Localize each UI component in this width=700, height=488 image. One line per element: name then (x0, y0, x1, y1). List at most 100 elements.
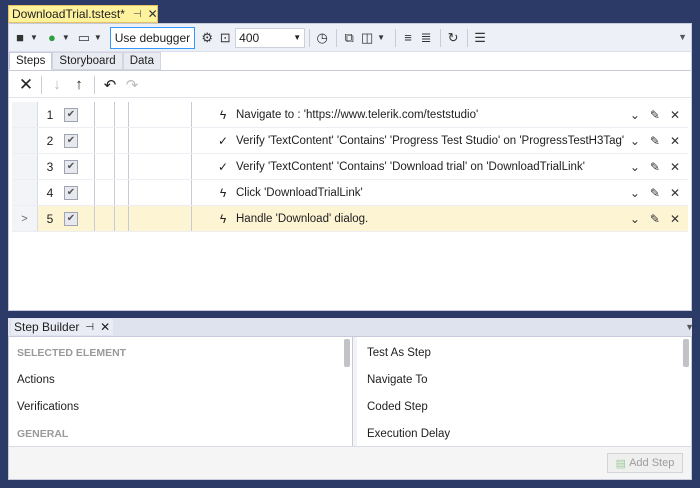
zoom-value: 400 (239, 30, 260, 45)
row-marker (12, 128, 38, 153)
browser-icon[interactable]: ▭ (76, 30, 92, 46)
step-row[interactable]: 2 ✔ ✓ Verify 'TextContent' 'Contains' 'P… (12, 128, 688, 154)
step-enabled-checkbox[interactable]: ✔ (64, 211, 78, 226)
redo-icon[interactable]: ↷ (121, 76, 143, 94)
align-justify-icon[interactable]: ≣ (418, 30, 434, 46)
tab-data[interactable]: Data (122, 52, 161, 70)
edit-pencil-icon[interactable]: ✎ (650, 212, 660, 226)
move-up-icon[interactable]: ↑ (68, 76, 90, 93)
tab-steps[interactable]: Steps (9, 52, 53, 70)
move-down-icon[interactable]: ↓ (46, 76, 68, 93)
step-row-selected[interactable]: > 5 ✔ ϟ Handle 'Download' dialog. ⌄ ✎ ✕ (12, 206, 688, 232)
document-tab[interactable]: DownloadTrial.tstest* ⊣ ✕ (8, 5, 158, 23)
tab-storyboard[interactable]: Storyboard (52, 52, 123, 70)
step-enabled-checkbox[interactable]: ✔ (64, 107, 78, 122)
step-builder-tab[interactable]: Step Builder ⊣ ✕ (11, 319, 114, 335)
step-columns (86, 154, 194, 179)
option-coded-step[interactable]: Coded Step (367, 401, 428, 413)
step-number: 2 (46, 133, 54, 148)
run-dropdown-icon[interactable]: ▼ (62, 33, 70, 42)
pin-icon[interactable]: ⊣ (133, 9, 142, 20)
edit-pencil-icon[interactable]: ✎ (650, 108, 660, 122)
chevron-down-icon[interactable]: ⌄ (630, 186, 640, 200)
step-builder-menu-caret-icon[interactable]: ▼ (685, 322, 694, 332)
row-marker (12, 102, 38, 127)
close-icon[interactable]: ✕ (148, 7, 158, 21)
add-step-icon: ▤ (615, 457, 627, 470)
category-heading: GENERAL (17, 428, 69, 440)
browser-dropdown-icon[interactable]: ▼ (94, 33, 102, 42)
clock-icon[interactable]: ◷ (314, 30, 330, 46)
toolbar-divider (440, 28, 442, 47)
chevron-down-icon[interactable]: ⌄ (630, 160, 640, 174)
close-icon[interactable]: ✕ (100, 320, 110, 334)
align-left-icon[interactable]: ≡ (400, 30, 416, 46)
steps-list: 1 ✔ ϟ Navigate to : 'https://www.telerik… (12, 102, 688, 232)
step-builder-footer: ▤ Add Step (9, 446, 691, 479)
step-description: Verify 'TextContent' 'Contains' 'Progres… (236, 134, 625, 147)
document-tab-title: DownloadTrial.tstest* (12, 7, 125, 21)
right-scrollbar[interactable] (683, 339, 689, 367)
toolbar-divider (94, 75, 95, 94)
step-enabled-checkbox[interactable]: ✔ (64, 185, 78, 200)
add-step-label: Add Step (629, 457, 675, 469)
record-camera-icon[interactable]: ■ (12, 30, 28, 46)
panel-menu-caret-icon[interactable]: ▼ (678, 32, 687, 42)
row-marker: > (12, 206, 38, 231)
delete-icon[interactable]: ✕ (670, 108, 680, 122)
step-enabled-checkbox[interactable]: ✔ (64, 159, 78, 174)
chevron-down-icon[interactable]: ⌄ (630, 212, 640, 226)
delete-icon[interactable]: ✕ (670, 160, 680, 174)
step-builder-options: Test As Step Navigate To Coded Step Exec… (357, 337, 691, 446)
delete-icon[interactable]: ✕ (670, 134, 680, 148)
main-toolbar: ■ ▼ ● ▼ ▭ ▼ Use debugger ⚙ ⊡ 400 ▼ ◷ ⧉ ◫… (9, 24, 691, 52)
check-icon: ✓ (217, 159, 229, 174)
edit-pencil-icon[interactable]: ✎ (650, 160, 660, 174)
database-icon[interactable]: ◫ (359, 30, 375, 46)
record-dropdown-icon[interactable]: ▼ (30, 33, 38, 42)
step-columns (86, 128, 194, 153)
step-row[interactable]: 1 ✔ ϟ Navigate to : 'https://www.telerik… (12, 102, 688, 128)
list-icon[interactable]: ☰ (472, 30, 488, 46)
step-columns (86, 180, 194, 205)
step-description: Verify 'TextContent' 'Contains' 'Downloa… (236, 160, 585, 173)
check-icon: ✓ (217, 133, 229, 148)
undo-icon[interactable]: ↶ (99, 76, 121, 94)
category-actions[interactable]: Actions (17, 374, 55, 386)
edit-pencil-icon[interactable]: ✎ (650, 186, 660, 200)
toolbar-divider (336, 28, 338, 47)
layers-icon[interactable]: ⧉ (341, 30, 357, 46)
refresh-icon[interactable]: ↻ (445, 30, 461, 46)
delete-step-icon[interactable]: ✕ (15, 75, 37, 95)
edit-pencil-icon[interactable]: ✎ (650, 134, 660, 148)
chevron-down-icon[interactable]: ⌄ (630, 134, 640, 148)
use-debugger-button[interactable]: Use debugger (109, 26, 196, 49)
lightning-icon: ϟ (219, 107, 227, 122)
step-enabled-checkbox[interactable]: ✔ (64, 133, 78, 148)
row-marker (12, 180, 38, 205)
test-editor-panel: ■ ▼ ● ▼ ▭ ▼ Use debugger ⚙ ⊡ 400 ▼ ◷ ⧉ ◫… (8, 23, 692, 311)
option-execution-delay[interactable]: Execution Delay (367, 428, 450, 440)
step-row[interactable]: 3 ✔ ✓ Verify 'TextContent' 'Contains' 'D… (12, 154, 688, 180)
database-dropdown-icon[interactable]: ▼ (377, 33, 385, 42)
settings-gear-icon[interactable]: ⚙ (199, 30, 215, 46)
lightning-icon: ϟ (219, 211, 227, 226)
chevron-down-icon: ▼ (293, 33, 302, 42)
zoom-select[interactable]: 400 ▼ (235, 27, 306, 48)
category-verifications[interactable]: Verifications (17, 401, 79, 413)
step-number: 3 (46, 159, 54, 174)
pin-icon[interactable]: ⊣ (85, 322, 94, 333)
delete-icon[interactable]: ✕ (670, 186, 680, 200)
chevron-down-icon[interactable]: ⌄ (630, 108, 640, 122)
left-scrollbar[interactable] (344, 339, 350, 367)
element-lock-icon[interactable]: ⊡ (217, 30, 233, 46)
option-test-as-step[interactable]: Test As Step (367, 347, 431, 359)
add-step-button[interactable]: ▤ Add Step (607, 453, 683, 473)
step-number: 4 (46, 185, 54, 200)
delete-icon[interactable]: ✕ (670, 212, 680, 226)
option-navigate-to[interactable]: Navigate To (367, 374, 428, 386)
step-row[interactable]: 4 ✔ ϟ Click 'DownloadTrialLink' ⌄ ✎ ✕ (12, 180, 688, 206)
toolbar-divider (309, 28, 311, 47)
run-icon[interactable]: ● (44, 30, 60, 46)
toolbar-divider (467, 28, 469, 47)
